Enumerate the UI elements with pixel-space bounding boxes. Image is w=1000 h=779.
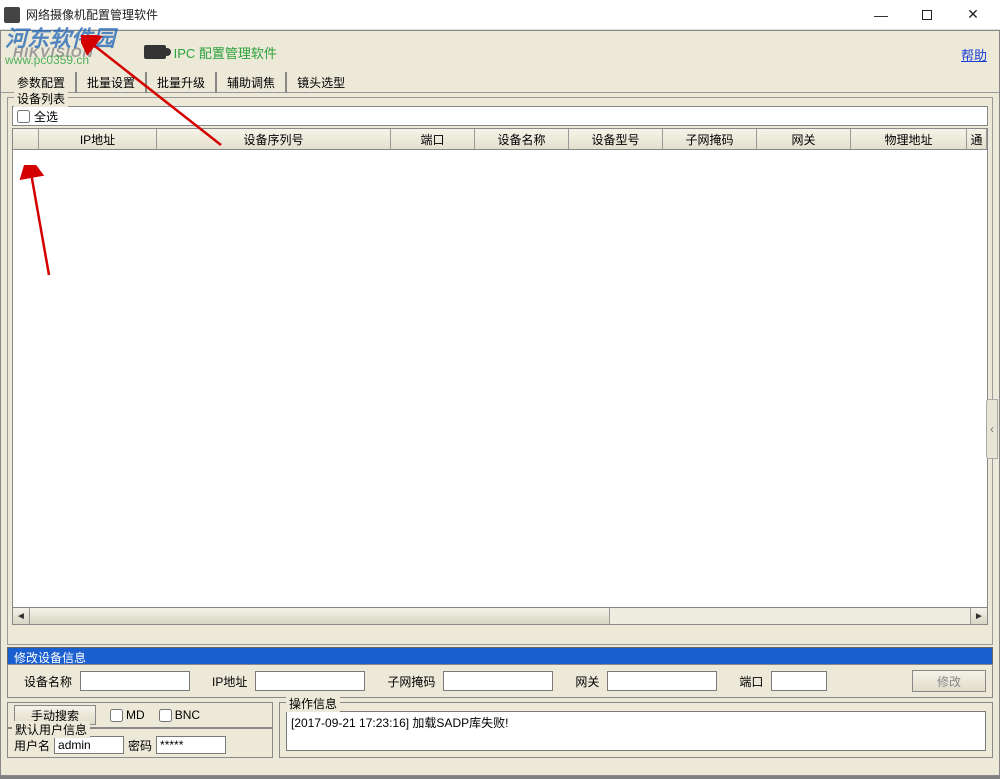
col-extra[interactable]: 通 <box>967 129 987 149</box>
modify-button[interactable]: 修改 <box>912 670 986 692</box>
table-header: IP地址 设备序列号 端口 设备名称 设备型号 子网掩码 网关 物理地址 通 <box>12 128 988 150</box>
input-gateway[interactable] <box>607 671 717 691</box>
bnc-checkbox[interactable] <box>159 709 172 722</box>
modify-title-bar: 修改设备信息 <box>7 647 993 664</box>
device-list-group: 设备列表 全选 IP地址 设备序列号 端口 设备名称 设备型号 子网掩码 网关 … <box>7 97 993 645</box>
tab-assist-focus[interactable]: 辅助调焦 <box>217 72 287 93</box>
username-label: 用户名 <box>14 737 50 754</box>
password-input[interactable] <box>156 736 226 754</box>
select-all-label: 全选 <box>34 108 58 125</box>
select-all-checkbox[interactable] <box>17 110 30 123</box>
col-serial[interactable]: 设备序列号 <box>157 129 391 149</box>
tab-batch-setting[interactable]: 批量设置 <box>77 72 147 93</box>
operation-log[interactable]: [2017-09-21 17:23:16] 加载SADP库失败! <box>286 711 986 751</box>
titlebar: 网络摄像机配置管理软件 — ✕ <box>0 0 1000 30</box>
bnc-label: BNC <box>175 708 200 722</box>
col-subnet[interactable]: 子网掩码 <box>663 129 757 149</box>
scroll-track[interactable] <box>610 608 970 624</box>
label-subnet: 子网掩码 <box>387 673 435 690</box>
col-device-name[interactable]: 设备名称 <box>475 129 569 149</box>
horizontal-scrollbar[interactable]: ◄ ► <box>12 608 988 625</box>
log-line: [2017-09-21 17:23:16] 加载SADP库失败! <box>291 714 981 731</box>
input-device-name[interactable] <box>80 671 190 691</box>
close-button[interactable]: ✕ <box>950 1 996 29</box>
tab-lens-select[interactable]: 镜头选型 <box>287 72 355 93</box>
modify-row: 设备名称 IP地址 子网掩码 网关 端口 修改 <box>7 664 993 698</box>
bottom-row: 手动搜索 MD BNC 默认用户信息 用户名 密码 操作信息 <box>7 702 993 758</box>
col-ip[interactable]: IP地址 <box>39 129 157 149</box>
credentials-group: 默认用户信息 用户名 密码 <box>7 728 273 758</box>
left-bottom-panel: 手动搜索 MD BNC 默认用户信息 用户名 密码 <box>7 702 273 758</box>
md-checkbox[interactable] <box>110 709 123 722</box>
col-port[interactable]: 端口 <box>391 129 475 149</box>
credentials-group-label: 默认用户信息 <box>12 721 90 738</box>
brand-logo: HIKVISION <box>13 44 94 60</box>
brand-row: 河东软件园 www.pc0359.cn HIKVISION IPC 配置管理软件… <box>1 31 999 73</box>
input-port[interactable] <box>771 671 827 691</box>
input-ip[interactable] <box>255 671 365 691</box>
operation-info-group: 操作信息 [2017-09-21 17:23:16] 加载SADP库失败! <box>279 702 993 758</box>
input-subnet[interactable] <box>443 671 553 691</box>
label-ip: IP地址 <box>212 673 247 690</box>
maximize-button[interactable] <box>904 1 950 29</box>
col-checkbox[interactable] <box>13 129 39 149</box>
side-expand-handle[interactable]: ‹ <box>986 399 998 459</box>
label-device-name: 设备名称 <box>24 673 72 690</box>
tab-batch-upgrade[interactable]: 批量升级 <box>147 72 217 93</box>
device-list-label: 设备列表 <box>14 90 68 107</box>
scroll-left-arrow[interactable]: ◄ <box>13 608 30 624</box>
select-all-row: 全选 <box>12 106 988 126</box>
tab-bar: 参数配置 批量设置 批量升级 辅助调焦 镜头选型 <box>1 73 999 93</box>
app-icon <box>4 7 20 23</box>
scroll-thumb[interactable] <box>30 608 610 624</box>
label-gateway: 网关 <box>575 673 599 690</box>
col-gateway[interactable]: 网关 <box>757 129 851 149</box>
password-label: 密码 <box>128 737 152 754</box>
scroll-right-arrow[interactable]: ► <box>970 608 987 624</box>
col-mac[interactable]: 物理地址 <box>851 129 967 149</box>
window-body: 河东软件园 www.pc0359.cn HIKVISION IPC 配置管理软件… <box>0 30 1000 776</box>
minimize-button[interactable]: — <box>858 1 904 29</box>
md-label: MD <box>126 708 145 722</box>
table-body[interactable] <box>12 150 988 608</box>
brand-product-text: IPC 配置管理软件 <box>174 43 277 62</box>
help-link[interactable]: 帮助 <box>961 45 987 64</box>
label-port: 端口 <box>739 673 763 690</box>
camera-icon <box>144 45 166 59</box>
username-input[interactable] <box>54 736 124 754</box>
col-model[interactable]: 设备型号 <box>569 129 663 149</box>
operation-info-label: 操作信息 <box>286 695 340 712</box>
window-title: 网络摄像机配置管理软件 <box>26 6 158 23</box>
